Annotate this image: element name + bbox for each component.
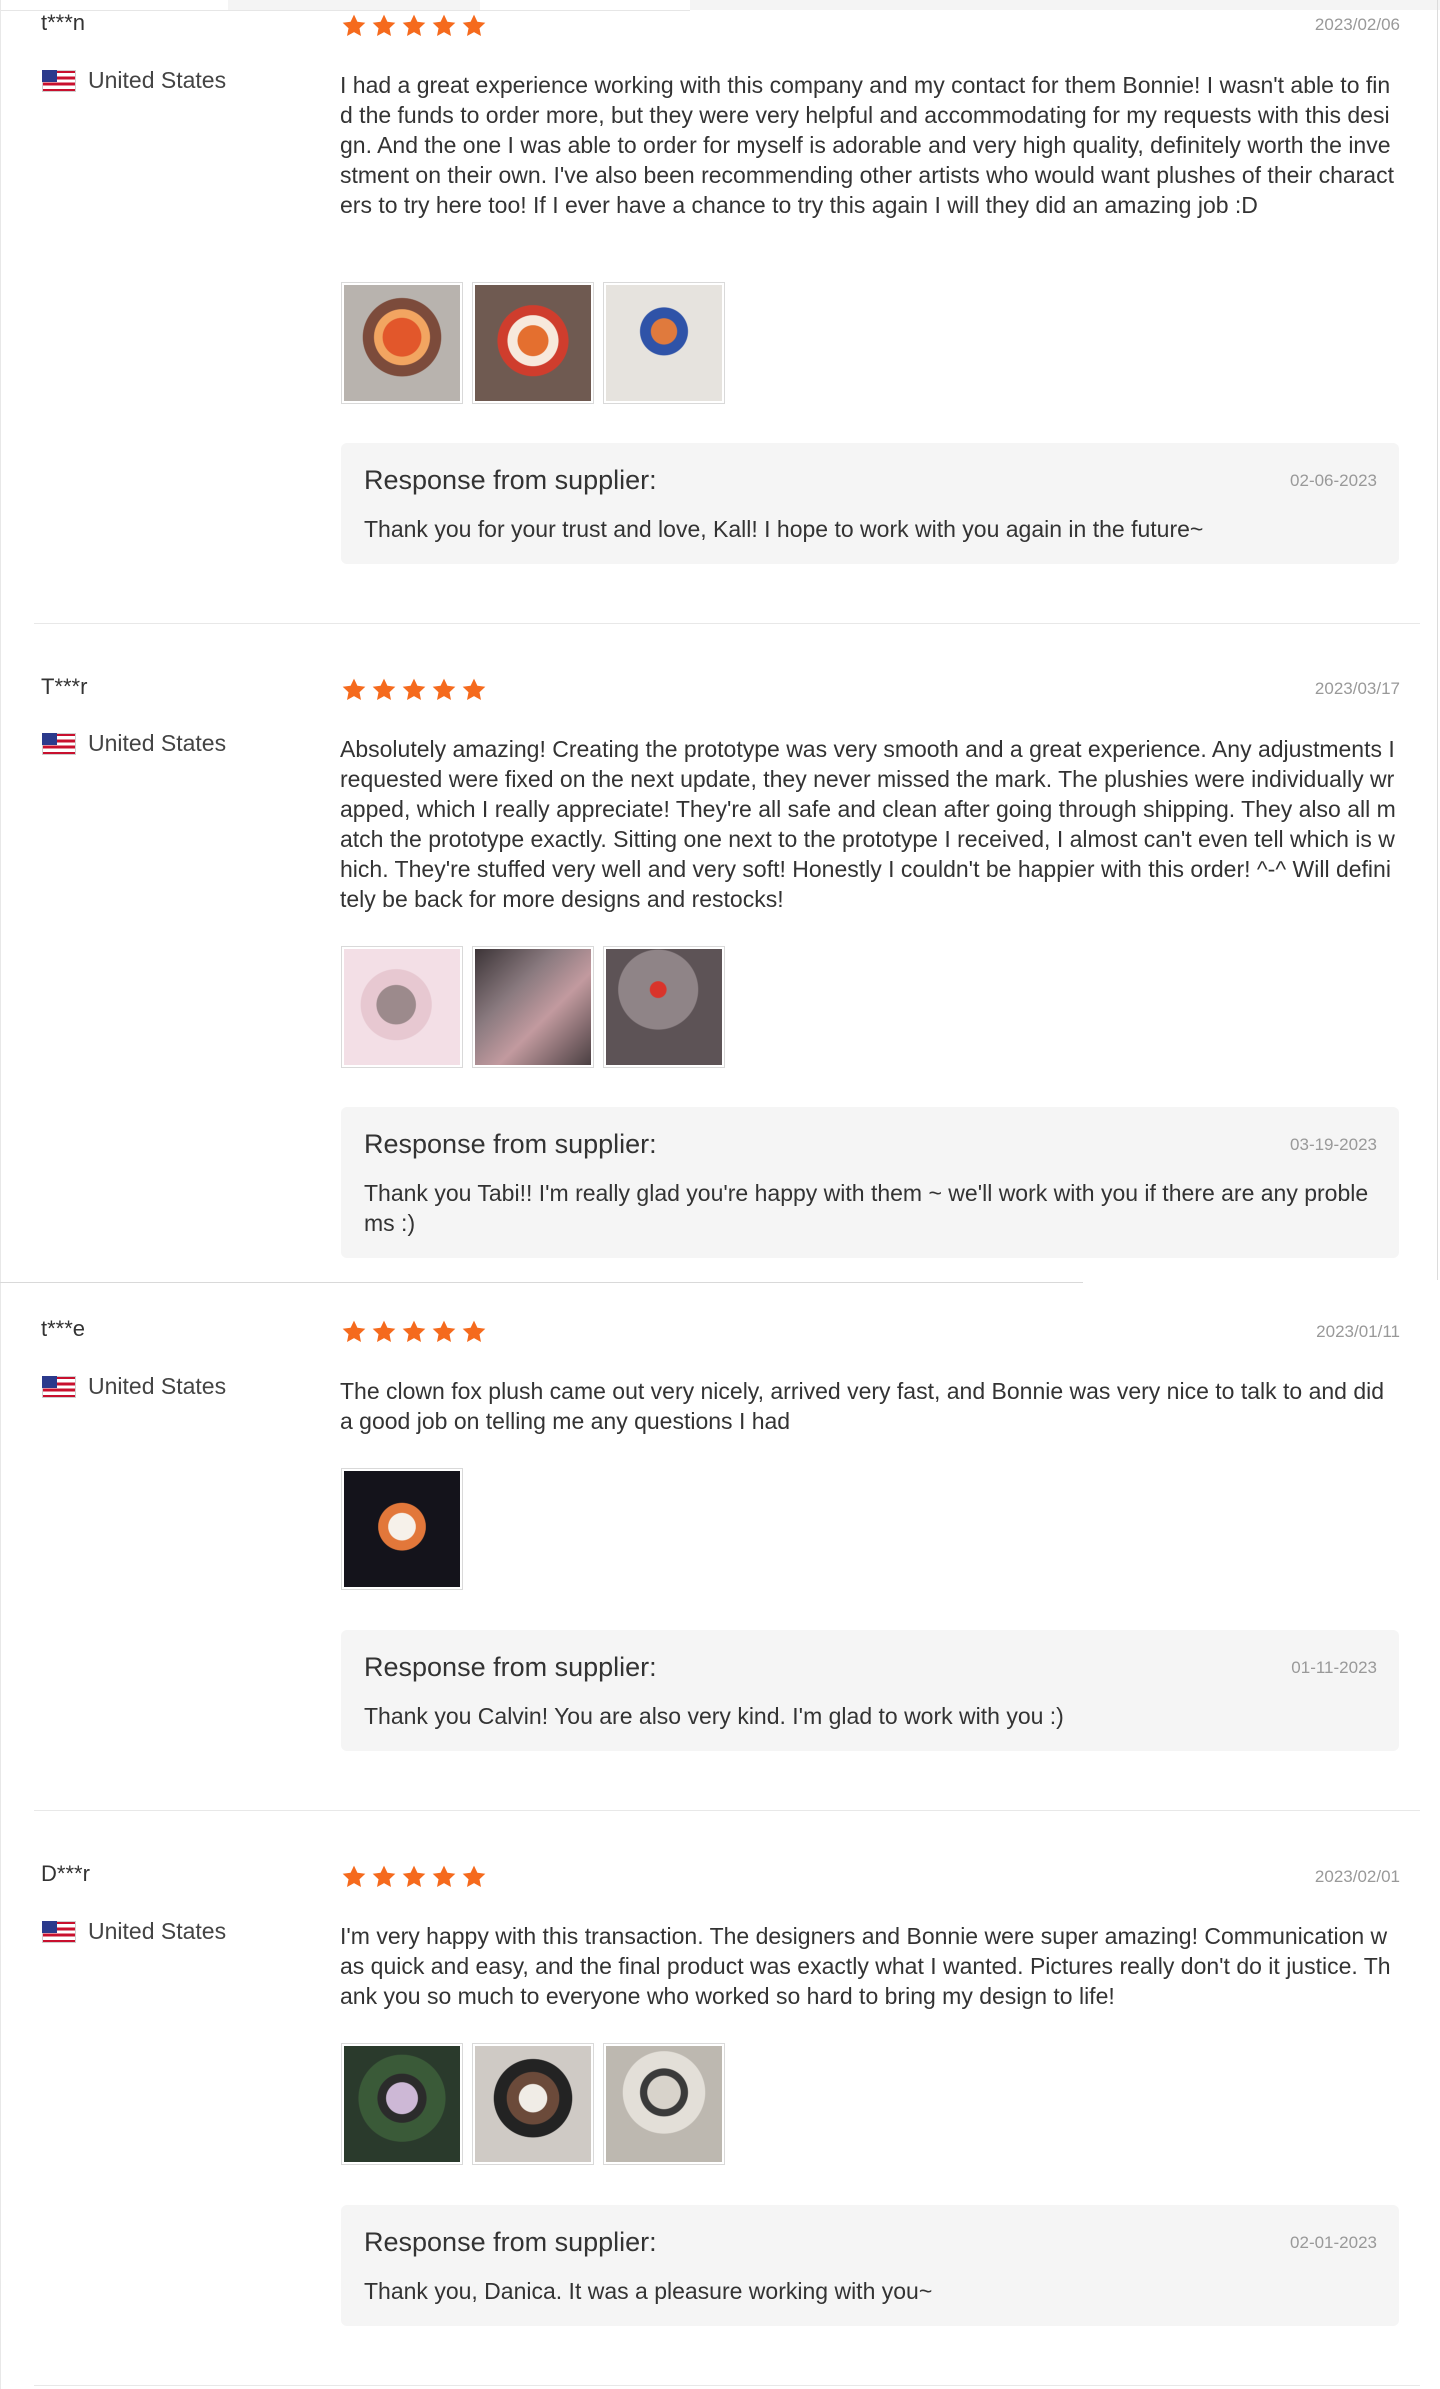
review-images [341, 2043, 725, 2165]
review-images [341, 1468, 463, 1590]
review-image-thumbnail[interactable] [472, 282, 594, 404]
response-text: Thank you Calvin! You are also very kind… [364, 1703, 1064, 1729]
review-text: I'm very happy with this transaction. Th… [340, 1923, 1391, 2009]
review-image-thumbnail[interactable] [472, 946, 594, 1068]
country-label: United States [88, 67, 227, 93]
tab-strip-segment [480, 0, 690, 11]
us-flag-icon [42, 1920, 76, 1943]
reviewer-country: United States [42, 1373, 226, 1400]
review-image-thumbnail[interactable] [341, 946, 463, 1068]
supplier-response: Response from supplier: 02-06-2023 Thank… [341, 443, 1399, 564]
response-title: Response from supplier: [364, 1129, 657, 1159]
star-rating [340, 1318, 488, 1346]
star-icon [402, 678, 426, 701]
reviewer-name: D***r [41, 1861, 90, 1886]
plush-batch-photo [475, 949, 591, 1065]
review-divider [34, 1810, 1420, 1811]
star-icon [342, 1320, 366, 1343]
tiger-plush-photo [344, 285, 460, 401]
response-date: 03-19-2023 [1290, 1135, 1377, 1154]
star-rating [340, 676, 488, 704]
star-rating [340, 1863, 488, 1891]
star-icon [432, 14, 456, 37]
star-icon [462, 1320, 486, 1343]
page-border-right [1437, 0, 1438, 1280]
response-text: Thank you Tabi!! I'm really glad you're … [364, 1180, 1369, 1236]
star-rating [340, 12, 488, 40]
response-title: Response from supplier: [364, 465, 657, 495]
star-icon [462, 14, 486, 37]
response-date: 01-11-2023 [1291, 1658, 1377, 1677]
tab-strip-segment [0, 0, 228, 11]
review-images [341, 282, 725, 404]
page-border-left [0, 0, 1, 2389]
response-title: Response from supplier: [364, 2227, 657, 2257]
review-date: 2023/03/17 [1314, 679, 1400, 698]
country-label: United States [88, 730, 227, 756]
star-icon [402, 1865, 426, 1888]
reviewer-country: United States [42, 730, 226, 757]
us-flag-icon [42, 1375, 76, 1398]
star-icon [342, 1865, 366, 1888]
star-icon [372, 14, 396, 37]
us-flag-icon [42, 69, 76, 92]
response-date: 02-01-2023 [1290, 2233, 1377, 2252]
response-title: Response from supplier: [364, 1652, 657, 1682]
review-date: 2023/02/01 [1314, 1867, 1400, 1886]
reviewer-country: United States [42, 67, 226, 94]
reviewer-name: T***r [41, 674, 88, 699]
response-date: 02-06-2023 [1290, 471, 1377, 490]
star-icon [342, 14, 366, 37]
response-text: Thank you, Danica. It was a pleasure wor… [364, 2278, 933, 2304]
star-icon [402, 1320, 426, 1343]
star-icon [432, 678, 456, 701]
bear-plush-photo [475, 2046, 591, 2162]
us-flag-icon [42, 732, 76, 755]
tiger-plush-photo [606, 285, 722, 401]
top-tab-strip [0, 0, 1440, 12]
star-icon [462, 678, 486, 701]
review-images [341, 946, 725, 1068]
review-image-thumbnail[interactable] [341, 2043, 463, 2165]
star-icon [342, 678, 366, 701]
star-icon [462, 1865, 486, 1888]
review-image-thumbnail[interactable] [603, 282, 725, 404]
tab-strip-segment [228, 0, 480, 11]
star-icon [372, 1320, 396, 1343]
doll-plush-photo [606, 2046, 722, 2162]
star-icon [372, 678, 396, 701]
mouse-plush-photo [344, 949, 460, 1065]
reviewer-country: United States [42, 1918, 226, 1945]
review-divider [34, 2385, 1420, 2386]
review-date: 2023/02/06 [1314, 15, 1400, 34]
supplier-response: Response from supplier: 01-11-2023 Thank… [341, 1630, 1399, 1751]
reviewer-name: t***e [41, 1316, 86, 1341]
tiger-plush-photo [475, 285, 591, 401]
review-image-thumbnail[interactable] [603, 2043, 725, 2165]
country-label: United States [88, 1918, 227, 1944]
review-image-thumbnail[interactable] [341, 1468, 463, 1590]
review-divider [34, 623, 1420, 624]
review-date: 2023/01/11 [1316, 1322, 1400, 1341]
review-divider [0, 1282, 1083, 1283]
review-image-thumbnail[interactable] [472, 2043, 594, 2165]
striped-plush-photo [344, 2046, 460, 2162]
review-image-thumbnail[interactable] [341, 282, 463, 404]
supplier-response: Response from supplier: 02-01-2023 Thank… [341, 2205, 1399, 2326]
star-icon [432, 1865, 456, 1888]
wrapped-plush-photo [606, 949, 722, 1065]
clown-fox-plush-photo [344, 1471, 460, 1587]
country-label: United States [88, 1373, 227, 1399]
star-icon [372, 1865, 396, 1888]
reviewer-name: t***n [41, 10, 86, 35]
tab-strip-segment [690, 0, 1440, 10]
response-text: Thank you for your trust and love, Kall!… [364, 516, 1204, 542]
review-text: The clown fox plush came out very nicely… [340, 1378, 1385, 1434]
star-icon [432, 1320, 456, 1343]
supplier-response: Response from supplier: 03-19-2023 Thank… [341, 1107, 1399, 1258]
star-icon [402, 14, 426, 37]
review-text: Absolutely amazing! Creating the prototy… [340, 736, 1396, 912]
review-image-thumbnail[interactable] [603, 946, 725, 1068]
review-text: I had a great experience working with th… [340, 72, 1394, 218]
